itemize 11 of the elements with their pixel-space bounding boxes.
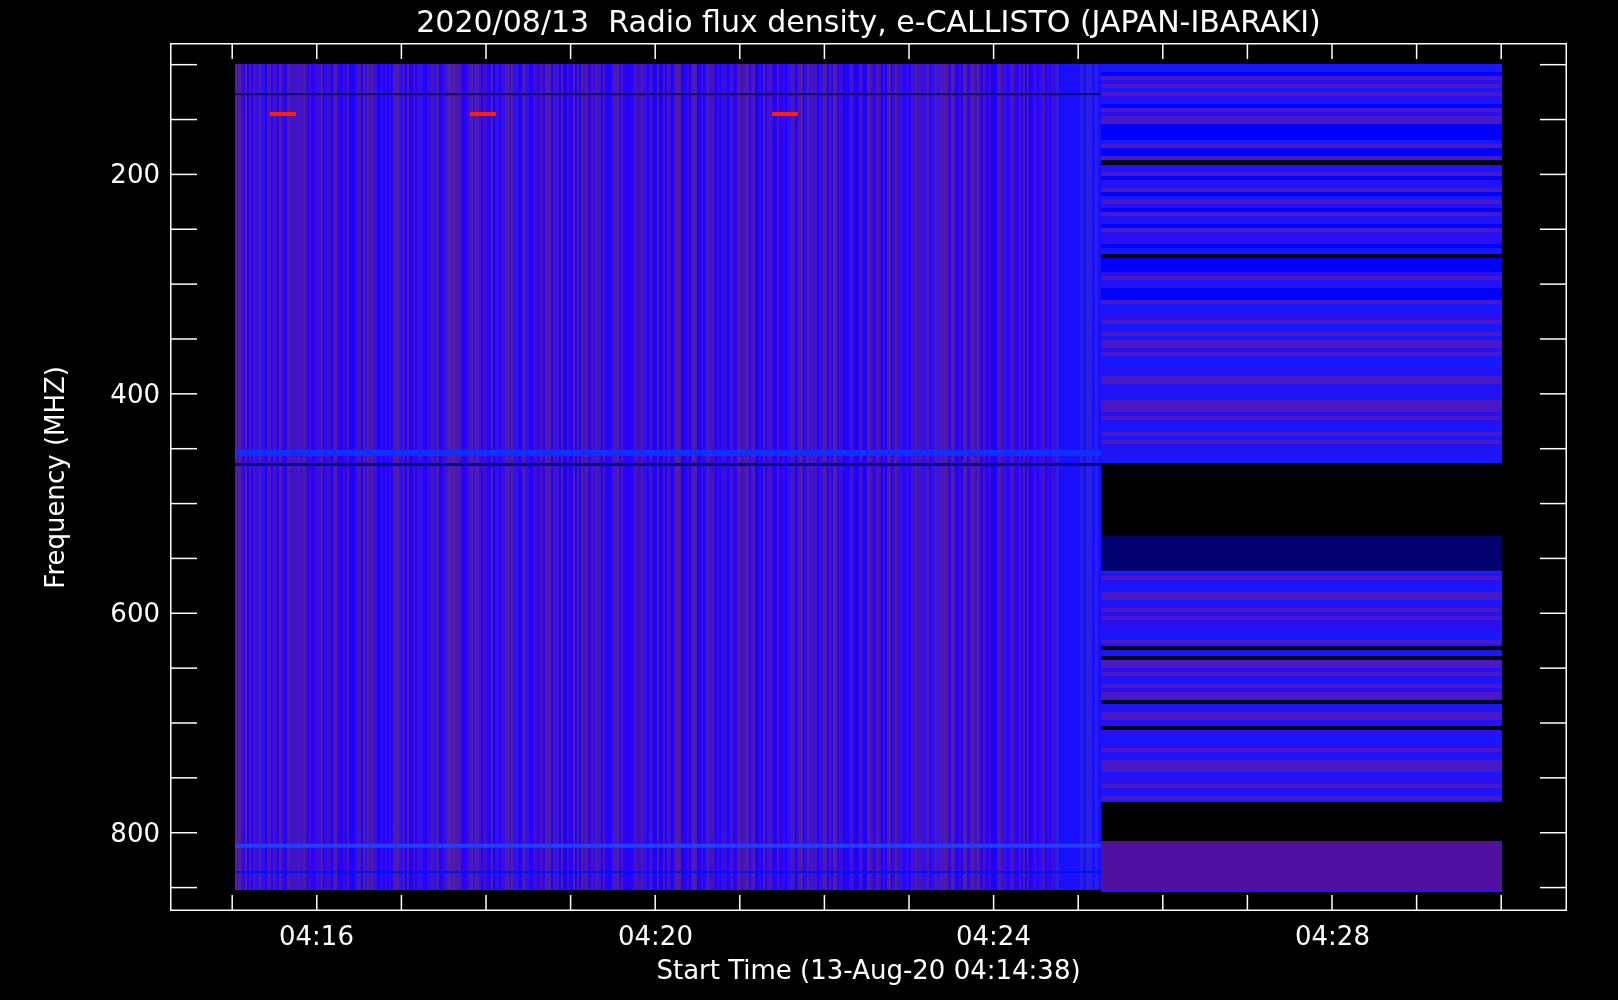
tick-label: 600 <box>110 598 160 628</box>
tick-label: 04:20 <box>618 921 693 951</box>
y-axis-title: Frequency (MHZ) <box>40 365 70 589</box>
x-axis-title: Start Time (13-Aug-20 04:14:38) <box>656 955 1081 985</box>
tick-label: 200 <box>110 159 160 189</box>
tick-label: 400 <box>110 379 160 409</box>
tick-label: 04:16 <box>279 921 354 951</box>
tick-label: 800 <box>110 818 160 848</box>
chart-title: 2020/08/13 Radio flux density, e-CALLISTO (JAPAN-IBARAKI) <box>416 3 1321 40</box>
tick-label: 04:28 <box>1295 921 1370 951</box>
tick-label: 04:24 <box>956 921 1031 951</box>
